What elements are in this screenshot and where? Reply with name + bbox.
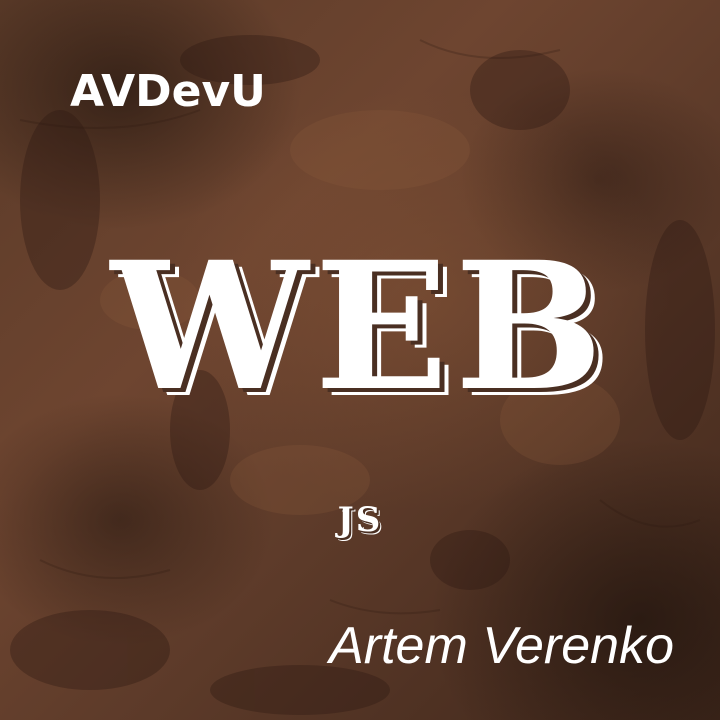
author-name: Artem Verenko — [329, 617, 674, 675]
brand-logo-text: AVDevU — [70, 66, 266, 117]
book-title: WEB — [110, 223, 610, 430]
book-subtitle: JS — [337, 500, 383, 540]
book-cover: AVDevU WEB JS Artem Verenko — [0, 0, 720, 720]
